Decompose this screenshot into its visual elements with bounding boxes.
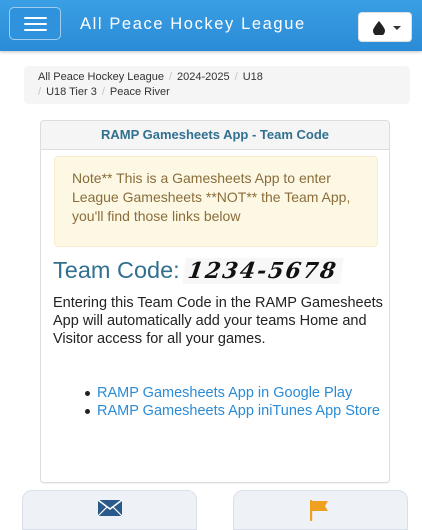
- contact-tile[interactable]: [22, 490, 197, 530]
- droplet-icon: [373, 21, 385, 35]
- hamburger-icon-bar: [24, 23, 47, 25]
- chevron-down-icon: [393, 26, 401, 30]
- note-alert: Note** This is a Gamesheets App to enter…: [54, 156, 378, 247]
- hamburger-icon-bar: [24, 29, 47, 31]
- google-play-link[interactable]: RAMP Gamesheets App in Google Play: [97, 385, 352, 401]
- navbar-title[interactable]: All Peace Hockey League: [80, 15, 306, 34]
- flag-icon: [310, 500, 328, 521]
- team-code-description: Entering this Team Code in the RAMP Game…: [53, 295, 383, 347]
- breadcrumb-separator: /: [168, 71, 173, 83]
- app-links-list: RAMP Gamesheets App in Google Play RAMP …: [83, 384, 383, 420]
- team-code-panel: RAMP Gamesheets App - Team Code Note** T…: [40, 120, 390, 483]
- itunes-app-store-link[interactable]: RAMP Gamesheets App iniTunes App Store: [97, 403, 380, 419]
- breadcrumb-item-tier[interactable]: U18 Tier 3: [46, 86, 97, 98]
- panel-heading: RAMP Gamesheets App - Team Code: [41, 121, 389, 150]
- menu-toggle-button[interactable]: [9, 7, 61, 40]
- list-item: RAMP Gamesheets App iniTunes App Store: [83, 402, 383, 420]
- team-code-row: Team Code: 1234-5678: [53, 257, 344, 295]
- team-code-value: 1234-5678: [181, 257, 344, 284]
- navbar: All Peace Hockey League: [0, 0, 422, 51]
- breadcrumb: All Peace Hockey League / 2024-2025 / U18 / U1…: [24, 66, 410, 104]
- breadcrumb-separator: /: [101, 86, 105, 98]
- hamburger-icon: [24, 17, 47, 19]
- team-code-label: Team Code:: [53, 257, 180, 283]
- breadcrumb-separator: /: [234, 71, 238, 83]
- breadcrumb-item-league[interactable]: All Peace Hockey League: [38, 71, 164, 83]
- list-item: RAMP Gamesheets App in Google Play: [83, 384, 383, 402]
- breadcrumb-item-division[interactable]: U18: [243, 71, 263, 83]
- theme-dropdown-button[interactable]: [358, 12, 412, 42]
- breadcrumb-separator: /: [38, 86, 42, 98]
- envelope-icon: [97, 499, 123, 517]
- breadcrumb-item-season[interactable]: 2024-2025: [177, 71, 230, 83]
- report-tile[interactable]: [233, 490, 408, 530]
- breadcrumb-item-team: Peace River: [109, 86, 170, 98]
